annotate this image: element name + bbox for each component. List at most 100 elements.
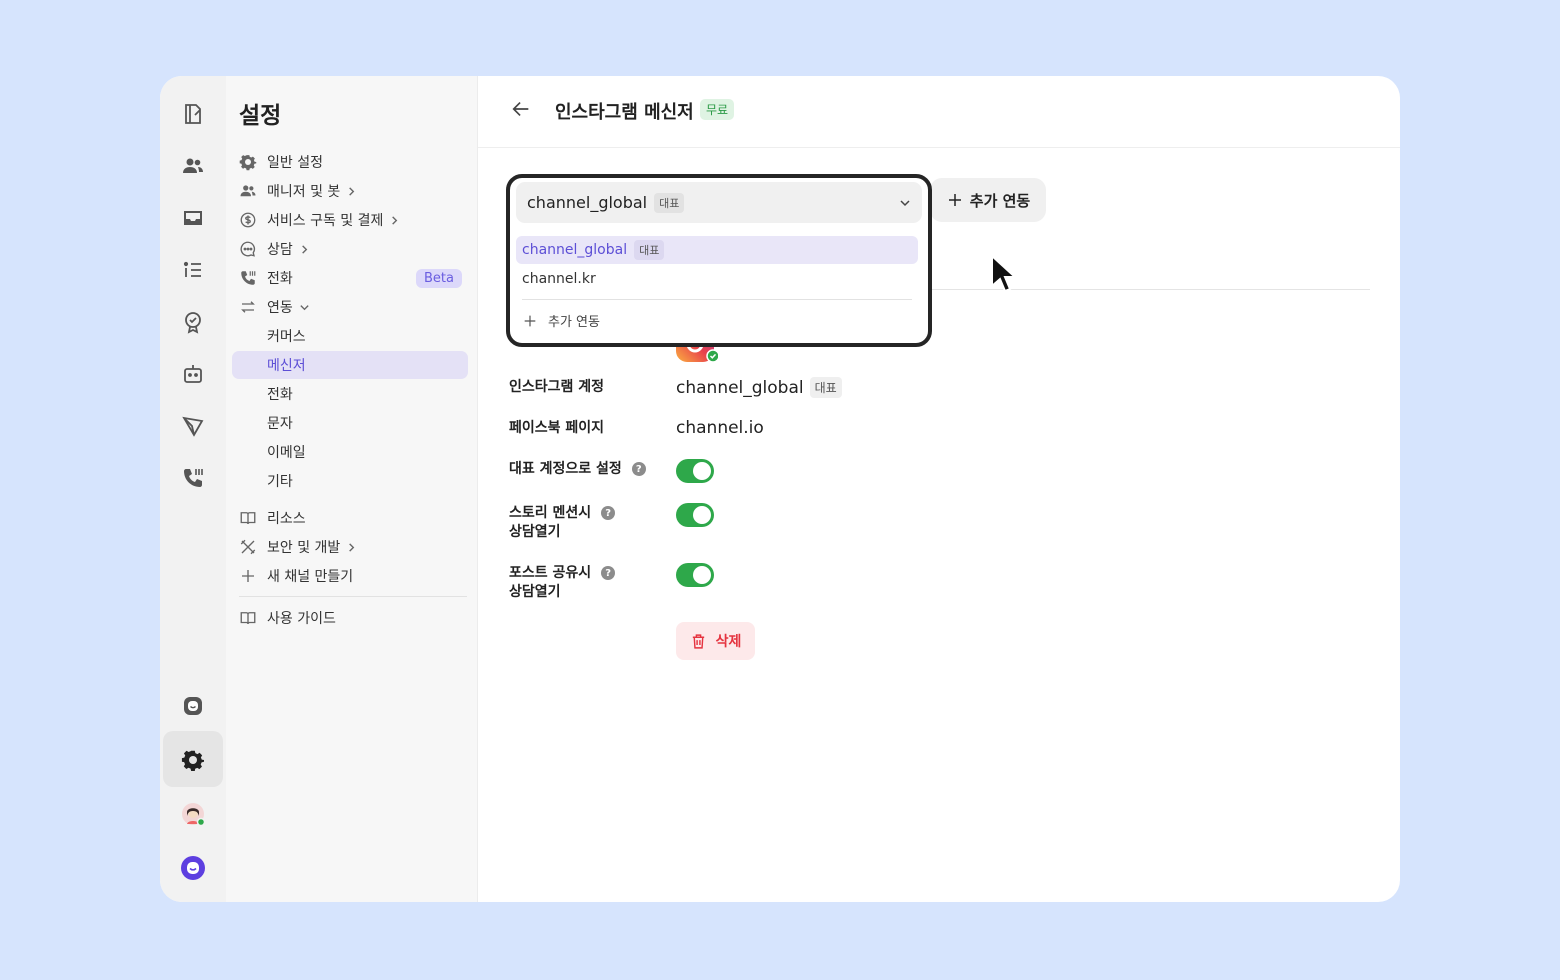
plus-icon	[948, 194, 961, 206]
add-integration-label: 추가 연동	[969, 191, 1031, 210]
note-icon[interactable]	[177, 98, 209, 130]
sidebar-item-email[interactable]: 이메일	[232, 438, 468, 466]
chat-bubble-icon[interactable]	[177, 690, 209, 722]
dollar-icon	[238, 210, 258, 230]
sidebar-item-label: 서비스 구독 및 결제	[267, 213, 384, 229]
sidebar-title: 설정	[239, 103, 282, 129]
primary-tag: 대표	[634, 240, 665, 260]
trash-icon	[692, 633, 704, 649]
tools-icon	[238, 537, 258, 557]
sidebar-item-consult[interactable]: 상담	[232, 235, 468, 263]
chevron-right-icon	[346, 186, 357, 197]
story-mention-toggle[interactable]	[676, 503, 714, 527]
sidebar-item-managers[interactable]: 매니저 및 봇	[232, 177, 468, 205]
delete-label: 삭제	[715, 634, 742, 650]
settings-sidebar: 설정 일반 설정 매니저 및 봇 서비스 구독 및 결제 상담 전화 Beta	[226, 76, 478, 902]
post-share-label: 포스트 공유시? 상담열기	[509, 564, 616, 602]
sidebar-item-label: 리소스	[267, 511, 306, 527]
instagram-account-name: channel_global	[676, 377, 804, 398]
post-share-toggle[interactable]	[676, 563, 714, 587]
post-share-text-2: 상담열기	[509, 584, 561, 600]
primary-tag: 대표	[809, 377, 842, 398]
sidebar-item-label: 매니저 및 봇	[267, 184, 341, 200]
option-channel-kr[interactable]: channel.kr	[516, 265, 918, 293]
sidebar-item-label: 메신저	[267, 358, 306, 374]
story-mention-text-1: 스토리 멘션시	[509, 505, 592, 521]
users-icon	[238, 181, 258, 201]
chevron-down-icon	[900, 200, 910, 207]
story-mention-text-2: 상담열기	[509, 524, 561, 540]
instagram-account-value: channel_global 대표	[676, 377, 842, 398]
post-share-text-1: 포스트 공유시	[509, 565, 592, 581]
channel-logo-icon[interactable]	[177, 852, 209, 884]
phone-icon	[238, 268, 258, 288]
sidebar-item-label: 전화	[267, 271, 293, 287]
plus-icon	[238, 566, 258, 586]
gear-icon[interactable]	[177, 744, 209, 776]
help-icon[interactable]: ?	[631, 462, 646, 476]
help-icon[interactable]: ?	[601, 506, 616, 520]
option-add-label: 추가 연동	[548, 315, 600, 330]
dropdown-divider	[522, 299, 912, 300]
option-add-integration[interactable]: 추가 연동	[522, 311, 600, 330]
set-primary-text: 대표 계정으로 설정	[509, 461, 622, 477]
sidebar-item-label: 문자	[267, 416, 293, 432]
sidebar-item-guide[interactable]: 사용 가이드	[232, 604, 468, 632]
sidebar-item-resources[interactable]: 리소스	[232, 504, 468, 532]
help-icon[interactable]: ?	[601, 566, 616, 580]
set-primary-toggle[interactable]	[676, 459, 714, 483]
swap-icon	[238, 297, 258, 317]
chevron-down-icon	[299, 302, 310, 313]
sidebar-divider	[239, 596, 467, 597]
free-badge: 무료	[700, 99, 735, 120]
facebook-page-value: channel.io	[676, 418, 764, 438]
sidebar-item-label: 전화	[267, 387, 293, 403]
sidebar-item-label: 이메일	[267, 445, 306, 461]
primary-tag: 대표	[654, 192, 685, 213]
option-label: channel.kr	[522, 271, 596, 287]
sidebar-item-integration-phone[interactable]: 전화	[232, 380, 468, 408]
sidebar-item-commerce[interactable]: 커머스	[232, 322, 468, 350]
sidebar-item-messenger[interactable]: 메신저	[232, 351, 468, 379]
icon-rail	[160, 76, 226, 902]
chevron-right-icon	[389, 215, 400, 226]
back-arrow-icon[interactable]	[510, 98, 532, 120]
phone-icon[interactable]	[177, 462, 209, 494]
list-icon[interactable]	[177, 254, 209, 286]
badge-check-icon[interactable]	[177, 306, 209, 338]
facebook-page-label: 페이스북 페이지	[509, 420, 605, 436]
sidebar-item-label: 커머스	[267, 329, 306, 345]
users-icon[interactable]	[177, 150, 209, 182]
sidebar-item-new-channel[interactable]: 새 채널 만들기	[232, 562, 468, 590]
sidebar-item-phone[interactable]: 전화 Beta	[232, 264, 468, 292]
page-title: 인스타그램 메신저	[555, 102, 694, 123]
bot-icon[interactable]	[177, 358, 209, 390]
plus-icon	[524, 315, 536, 326]
add-integration-button[interactable]: 추가 연동	[930, 178, 1046, 222]
beta-badge: Beta	[416, 268, 462, 288]
sidebar-item-security[interactable]: 보안 및 개발	[232, 533, 468, 561]
sidebar-item-label: 기타	[267, 474, 293, 490]
inbox-icon[interactable]	[177, 202, 209, 234]
chat-icon	[238, 239, 258, 259]
story-mention-label: 스토리 멘션시? 상담열기	[509, 504, 616, 542]
sidebar-item-label: 새 채널 만들기	[267, 569, 354, 585]
option-label: channel_global	[522, 242, 628, 258]
instagram-account-label: 인스타그램 계정	[509, 379, 605, 395]
option-channel-global[interactable]: channel_global 대표	[516, 236, 918, 264]
sidebar-item-billing[interactable]: 서비스 구독 및 결제	[232, 206, 468, 234]
book-icon	[238, 508, 258, 528]
avatar[interactable]	[177, 798, 209, 830]
main-panel: 인스타그램 메신저 무료 추가 연동 channel_global 대표 cha…	[478, 76, 1400, 902]
account-select[interactable]: channel_global 대표	[516, 182, 922, 223]
sidebar-item-sms[interactable]: 문자	[232, 409, 468, 437]
sidebar-item-integrations[interactable]: 연동	[232, 293, 468, 321]
book-icon	[238, 608, 258, 628]
sidebar-item-label: 일반 설정	[267, 155, 323, 171]
send-icon[interactable]	[177, 410, 209, 442]
sidebar-item-general[interactable]: 일반 설정	[232, 148, 468, 176]
sidebar-item-other[interactable]: 기타	[232, 467, 468, 495]
sidebar-item-label: 상담	[267, 242, 293, 258]
chevron-right-icon	[299, 244, 310, 255]
delete-button[interactable]: 삭제	[676, 622, 755, 660]
